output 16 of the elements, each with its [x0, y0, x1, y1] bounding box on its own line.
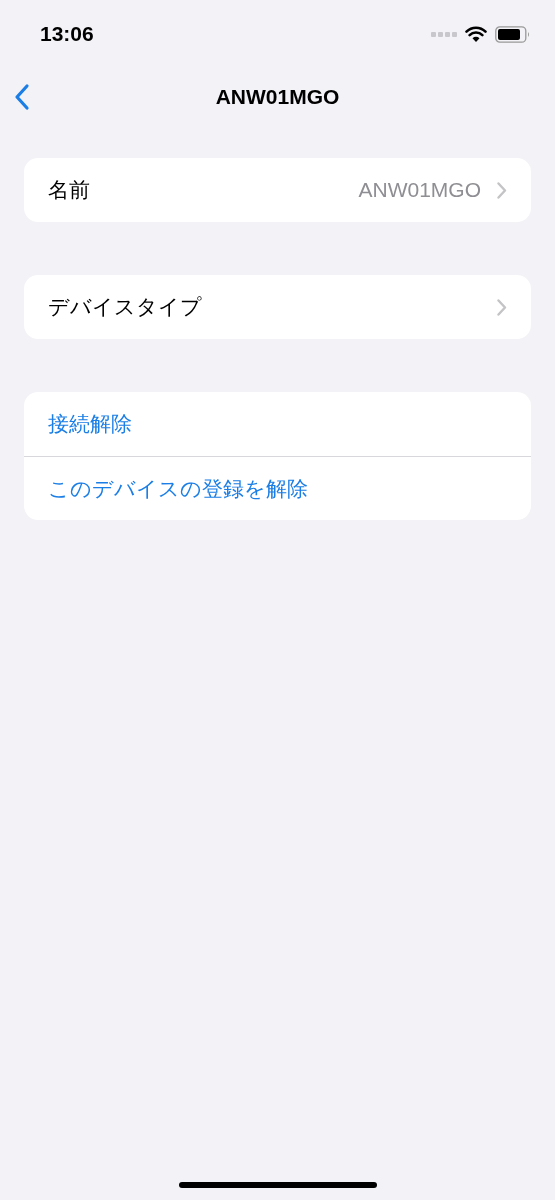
- action-label: 接続解除: [48, 411, 132, 438]
- action-row[interactable]: このデバイスの登録を解除: [24, 456, 531, 520]
- chevron-icon: [497, 181, 507, 199]
- settings-row[interactable]: デバイスタイプ: [24, 275, 531, 339]
- row-value: ANW01MGO: [358, 177, 481, 204]
- settings-row[interactable]: 名前 ANW01MGO: [24, 158, 531, 222]
- row-label: デバイスタイプ: [48, 294, 202, 321]
- action-label: このデバイスの登録を解除: [48, 475, 308, 502]
- chevron-icon: [497, 298, 507, 316]
- action-row[interactable]: 接続解除: [24, 392, 531, 456]
- signal-icon: [431, 31, 457, 37]
- page-title: ANW01MGO: [215, 84, 340, 111]
- status-time: 13:06: [40, 21, 94, 48]
- battery-icon: [495, 25, 531, 43]
- wifi-icon: [465, 26, 487, 42]
- row-label: 名前: [48, 177, 90, 204]
